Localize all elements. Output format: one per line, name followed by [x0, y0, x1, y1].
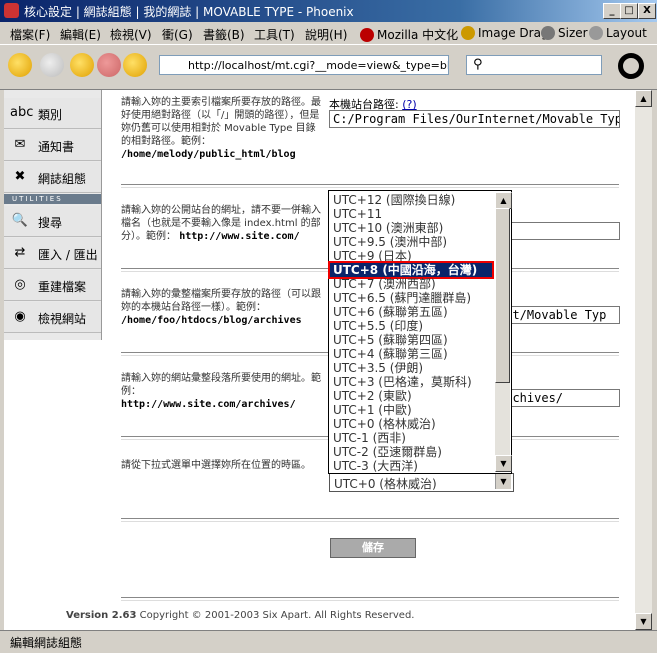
timezone-option[interactable]: UTC+0 (格林威治) — [330, 417, 492, 431]
dropdown-scroll-thumb[interactable] — [495, 208, 510, 383]
back-icon[interactable] — [8, 53, 32, 77]
archive-path-input[interactable]: net/Movable Typ — [494, 306, 620, 324]
eye-icon: ◉ — [14, 309, 26, 324]
archive-url-input[interactable]: archives/ — [494, 389, 620, 407]
mozilla-link[interactable]: Mozilla 中文化 — [360, 26, 458, 43]
sidebar-item-categories[interactable]: abc 類別 — [4, 98, 101, 129]
reload-icon[interactable] — [70, 53, 94, 77]
timezone-option[interactable]: UTC+7 (澳洲西部) — [330, 277, 492, 291]
site-path-description: 請輸入妳的主要索引檔案所要存放的路徑。最好使用絕對路徑（以「/」開頭的路徑），但… — [121, 97, 321, 160]
magnifier-icon: 🔍 — [11, 213, 29, 228]
timezone-option[interactable]: UTC+9.5 (澳洲中部) — [330, 235, 492, 249]
sidebar-item-rebuild[interactable]: ◎ 重建檔案 — [4, 270, 101, 301]
timezone-option[interactable]: UTC+6.5 (蘇門達臘群島) — [330, 291, 492, 305]
page-scrollbar[interactable]: ▲ ▼ — [635, 90, 652, 630]
menu-file[interactable]: 檔案(F) — [10, 26, 50, 43]
sidebar-item-import-export[interactable]: ⇄ 匯入 / 匯出 — [4, 238, 101, 269]
menu-edit[interactable]: 編輯(E) — [60, 26, 101, 43]
status-text: 編輯網誌組態 — [10, 636, 83, 650]
stop-icon[interactable] — [97, 53, 121, 77]
timezone-option[interactable]: UTC+8 (中國沿海，台灣) — [328, 261, 494, 279]
close-button[interactable]: X — [638, 3, 656, 19]
minimize-button[interactable]: _ — [603, 3, 621, 19]
divider — [121, 597, 619, 601]
address-bar[interactable]: http://localhost/mt.cgi?__mode=view&_typ… — [159, 55, 449, 75]
sidebar-item-notifications[interactable]: ✉ 通知書 — [4, 130, 101, 161]
tools-icon: ✖ — [14, 169, 26, 184]
archive-url-description: 請輸入妳的網站彙整段落所要使用的網址。範例： http://www.site.co… — [121, 373, 321, 410]
menu-go[interactable]: 衝(G) — [162, 26, 193, 43]
site-url-input[interactable] — [494, 222, 620, 240]
timezone-option[interactable]: UTC-3 (大西洋) — [330, 459, 492, 473]
sidebar: abc 類別 ✉ 通知書 ✖ 網誌組態 UTILITIES 🔍 搜尋 ⇄ 匯入 … — [4, 90, 102, 340]
menu-help[interactable]: 說明(H) — [305, 26, 347, 43]
sidebar-item-view-site[interactable]: ◉ 檢視網站 — [4, 302, 101, 333]
scroll-up-icon[interactable]: ▲ — [495, 192, 512, 209]
app-icon — [4, 3, 19, 18]
envelope-icon: ✉ — [14, 137, 26, 152]
image-drag-link[interactable]: Image Drag — [461, 26, 549, 40]
sidebar-item-search[interactable]: 🔍 搜尋 — [4, 206, 101, 237]
page-content: abc 類別 ✉ 通知書 ✖ 網誌組態 UTILITIES 🔍 搜尋 ⇄ 匯入 … — [4, 90, 635, 630]
page-scroll-up-icon[interactable]: ▲ — [635, 90, 652, 107]
site-path-input[interactable]: C:/Program Files/OurInternet/Movable Typ — [329, 110, 620, 128]
divider — [121, 184, 619, 188]
mozilla-icon — [360, 28, 374, 42]
home-icon[interactable] — [123, 53, 147, 77]
timezone-dropdown-list[interactable]: UTC+12 (國際換日線) UTC+11 UTC+10 (澳洲東部) UTC+9.5… — [328, 190, 512, 474]
timezone-option[interactable]: UTC+3.5 (伊朗) — [330, 361, 492, 375]
throbber-icon — [618, 53, 644, 79]
timezone-option[interactable]: UTC+3 (巴格達，莫斯科) — [330, 375, 492, 389]
footer: Version 2.63 Copyright © 2001-2003 Six A… — [66, 610, 415, 621]
menu-view[interactable]: 檢視(V) — [110, 26, 152, 43]
timezone-select[interactable]: UTC+0 (格林威治) ▼ — [329, 473, 514, 492]
forward-icon[interactable] — [40, 53, 64, 77]
window-title: 核心設定 | 網誌組態 | 我的網誌 | MOVABLE TYPE - Phoe… — [24, 5, 354, 19]
timezone-option[interactable]: UTC-1 (西非) — [330, 431, 492, 445]
menu-bookmarks[interactable]: 書籤(B) — [203, 26, 245, 43]
scroll-down-icon[interactable]: ▼ — [495, 455, 512, 472]
sizer-link[interactable]: Sizer — [541, 26, 588, 40]
categories-icon: abc — [10, 105, 34, 120]
import-export-icon: ⇄ — [14, 245, 26, 260]
search-input[interactable]: ⚲ — [466, 55, 602, 75]
timezone-option[interactable]: UTC+10 (澳洲東部) — [330, 221, 492, 235]
dropdown-arrow-icon[interactable]: ▼ — [495, 474, 511, 489]
timezone-option[interactable]: UTC+4 (蘇聯第三區) — [330, 347, 492, 361]
sizer-icon — [541, 26, 555, 40]
archive-path-description: 請輸入妳的彙整檔案所要存放的路徑（可以跟妳的本機站台路徑一樣）。範例：/home… — [121, 289, 321, 326]
menu-tools[interactable]: 工具(T) — [254, 26, 295, 43]
timezone-option[interactable]: UTC+5.5 (印度) — [330, 319, 492, 333]
site-url-description: 請輸入妳的公開站台的網址，請不要一併輸入檔名（也就是不要輸入像是 index.h… — [121, 205, 321, 242]
search-icon: ⚲ — [473, 57, 483, 72]
timezone-option[interactable]: UTC+9 (日本) — [330, 249, 492, 263]
menu-bar: 檔案(F) 編輯(E) 檢視(V) 衝(G) 書籤(B) 工具(T) 說明(H)… — [0, 22, 657, 45]
maximize-button[interactable]: □ — [620, 3, 638, 19]
layout-link[interactable]: Layout — [589, 26, 647, 40]
timezone-option[interactable]: UTC+2 (東歐) — [330, 389, 492, 403]
timezone-option[interactable]: UTC+1 (中歐) — [330, 403, 492, 417]
page-scroll-down-icon[interactable]: ▼ — [635, 613, 652, 630]
timezone-option[interactable]: UTC+12 (國際換日線) — [330, 193, 492, 207]
sidebar-item-blog-config[interactable]: ✖ 網誌組態 — [4, 162, 101, 193]
divider — [121, 518, 619, 522]
image-drag-icon — [461, 26, 475, 40]
timezone-description: 請從下拉式選單中選擇妳所在位置的時區。 — [121, 460, 311, 471]
timezone-option[interactable]: UTC+5 (蘇聯第四區) — [330, 333, 492, 347]
title-bar: 核心設定 | 網誌組態 | 我的網誌 | MOVABLE TYPE - Phoe… — [0, 0, 657, 22]
timezone-option[interactable]: UTC-2 (亞速爾群島) — [330, 445, 492, 459]
rebuild-icon: ◎ — [14, 277, 26, 292]
timezone-option[interactable]: UTC+6 (蘇聯第五區) — [330, 305, 492, 319]
save-button[interactable]: 儲存 — [330, 538, 416, 558]
utilities-header: UTILITIES — [4, 194, 101, 204]
timezone-option[interactable]: UTC+11 — [330, 207, 492, 221]
dropdown-scrollbar[interactable]: ▲ ▼ — [495, 192, 512, 472]
layout-icon — [589, 26, 603, 40]
status-bar: 編輯網誌組態 — [0, 630, 657, 653]
